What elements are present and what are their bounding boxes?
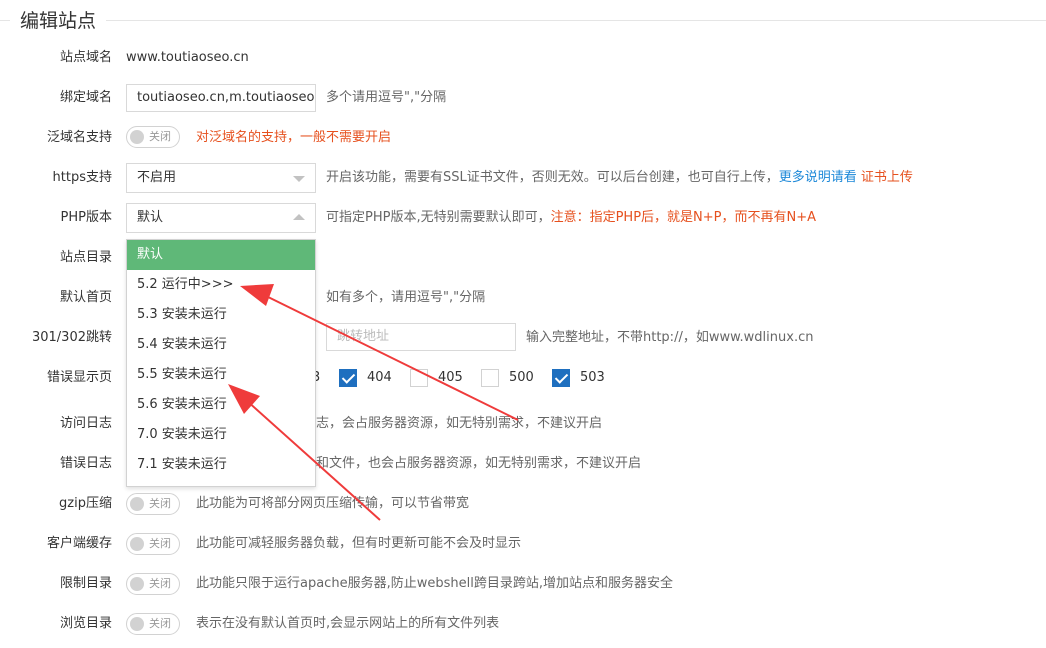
error-log-hint: 和文件，也会占服务器资源，如无特别需求，不建议开启 — [316, 456, 642, 471]
php-version-dropdown: 默认 5.2 运行中>>> 5.3 安装未运行 5.4 安装未运行 5.5 安装… — [126, 239, 316, 487]
browse-dir-hint: 表示在没有默认首页时,会显示网站上的所有文件列表 — [196, 616, 500, 631]
php-hint: 可指定PHP版本,无特别需要默认即可，注意：指定PHP后，就是N+P，而不再有N… — [326, 208, 816, 228]
domain-label: 站点域名 — [59, 50, 112, 65]
redirect-input[interactable]: 跳转地址 — [326, 323, 516, 351]
php-selected: 默认 — [137, 210, 164, 225]
toggle-state: 关闭 — [149, 497, 171, 510]
legend-divider — [0, 20, 1046, 21]
php-warning: 注意：指定PHP后，就是N+P，而不再有N+A — [550, 210, 817, 225]
chevron-down-icon — [293, 176, 305, 182]
redirect-label: 301/302跳转 — [31, 330, 112, 345]
chevron-up-icon — [293, 214, 305, 220]
gzip-toggle[interactable]: 关闭 — [126, 493, 180, 515]
cert-upload-link[interactable]: 证书上传 — [861, 170, 913, 185]
php-label: PHP版本 — [60, 210, 112, 225]
access-log-label: 访问日志 — [59, 416, 112, 431]
restrict-dir-hint: 此功能只限于运行apache服务器,防止webshell跨目录跨站,增加站点和服… — [196, 576, 673, 591]
php-option-5-4[interactable]: 5.4 安装未运行 — [127, 330, 315, 360]
https-hint-text: 开启该功能，需要有SSL证书文件，否则无效。可以后台创建，也可自行上传， — [326, 170, 779, 185]
php-hint-text: 可指定PHP版本,无特别需要默认即可， — [326, 210, 551, 225]
php-option-5-5[interactable]: 5.5 安装未运行 — [127, 360, 315, 390]
root-dir-label: 站点目录 — [59, 250, 112, 265]
bind-domain-hint: 多个请用逗号","分隔 — [326, 90, 447, 105]
https-select[interactable]: 不启用 — [126, 163, 316, 193]
browse-dir-label: 浏览目录 — [59, 616, 112, 631]
error-log-label: 错误日志 — [59, 456, 112, 471]
errpage-404-checkbox[interactable] — [339, 369, 357, 387]
https-hint: 开启该功能，需要有SSL证书文件，否则无效。可以后台创建，也可自行上传，更多说明… — [326, 168, 913, 188]
https-selected: 不启用 — [137, 170, 177, 185]
php-version-select[interactable]: 默认 — [126, 203, 316, 233]
php-option-7-0[interactable]: 7.0 安装未运行 — [127, 420, 315, 450]
errpage-code-label: 404 — [367, 370, 392, 385]
domain-value: www.toutiaoseo.cn — [126, 50, 249, 65]
wildcard-hint: 对泛域名的支持，一般不需要开启 — [196, 130, 392, 145]
section-title: 编辑站点 — [10, 8, 107, 34]
toggle-state: 关闭 — [149, 537, 171, 550]
toggle-knob — [130, 537, 144, 551]
toggle-knob — [130, 497, 144, 511]
php-option-7-1[interactable]: 7.1 安装未运行 — [127, 450, 315, 480]
wildcard-toggle[interactable]: 关闭 — [126, 126, 180, 148]
wildcard-label: 泛域名支持 — [46, 130, 112, 145]
index-label: 默认首页 — [59, 290, 112, 305]
errpage-code-label: 405 — [438, 370, 463, 385]
restrict-dir-label: 限制目录 — [59, 576, 112, 591]
php-option-5-3[interactable]: 5.3 安装未运行 — [127, 300, 315, 330]
php-option-default[interactable]: 默认 — [127, 240, 315, 270]
toggle-knob — [130, 130, 144, 144]
bind-domain-label: 绑定域名 — [59, 90, 112, 105]
bind-domain-input[interactable]: toutiaoseo.cn,m.toutiaoseo.cn — [126, 84, 316, 112]
errpage-503-checkbox[interactable] — [552, 369, 570, 387]
gzip-label: gzip压缩 — [59, 496, 112, 511]
errpage-405-checkbox[interactable] — [410, 369, 428, 387]
toggle-state: 关闭 — [149, 577, 171, 590]
errpage-code-label: 503 — [580, 370, 605, 385]
errpage-label: 错误显示页 — [46, 370, 112, 385]
toggle-state: 关闭 — [149, 130, 171, 143]
access-log-hint: 志，会占服务器资源，如无特别需求，不建议开启 — [316, 416, 603, 431]
more-info-link[interactable]: 更多说明请看 — [779, 170, 857, 185]
client-cache-label: 客户端缓存 — [46, 536, 112, 551]
toggle-knob — [130, 577, 144, 591]
client-cache-hint: 此功能可减轻服务器负载，但有时更新可能不会及时显示 — [196, 536, 522, 551]
errpage-500-checkbox[interactable] — [481, 369, 499, 387]
errpage-code-label: 500 — [509, 370, 534, 385]
toggle-knob — [130, 617, 144, 631]
client-cache-toggle[interactable]: 关闭 — [126, 533, 180, 555]
https-label: https支持 — [52, 170, 112, 185]
index-hint: 如有多个，请用逗号","分隔 — [326, 290, 486, 305]
toggle-state: 关闭 — [149, 617, 171, 630]
gzip-hint: 此功能为可将部分网页压缩传输，可以节省带宽 — [196, 496, 470, 511]
browse-dir-toggle[interactable]: 关闭 — [126, 613, 180, 635]
php-option-5-6[interactable]: 5.6 安装未运行 — [127, 390, 315, 420]
redirect-hint: 输入完整地址，不带http://，如www.wdlinux.cn — [526, 330, 814, 345]
php-option-5-2[interactable]: 5.2 运行中>>> — [127, 270, 315, 300]
restrict-dir-toggle[interactable]: 关闭 — [126, 573, 180, 595]
